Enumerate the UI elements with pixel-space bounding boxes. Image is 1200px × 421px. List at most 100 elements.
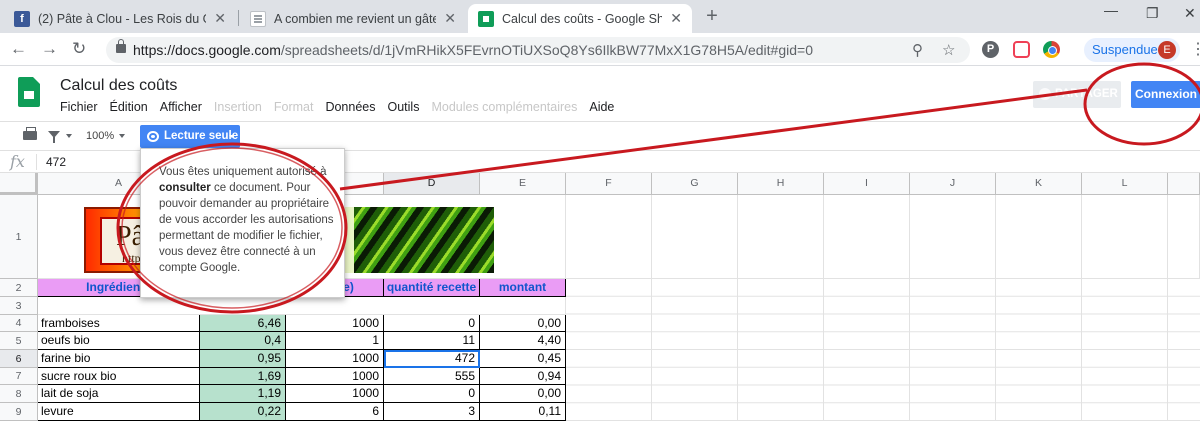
cell-d7[interactable]: 555 [384, 368, 480, 385]
cell-e6[interactable]: 0,45 [480, 350, 566, 368]
bookmark-star-icon[interactable]: ☆ [942, 41, 955, 59]
chrome-extension-icon[interactable] [1043, 41, 1060, 58]
print-icon[interactable] [23, 127, 37, 140]
column-header-h[interactable]: H [738, 173, 824, 195]
column-header-m[interactable] [1168, 173, 1200, 195]
read-only-button[interactable]: Lecture seule [140, 125, 240, 148]
empty-cell[interactable] [566, 195, 652, 279]
row-header-5[interactable]: 5 [0, 332, 38, 350]
profile-button[interactable]: Suspendue E [1084, 38, 1180, 62]
menu-donnees[interactable]: Données [325, 100, 387, 114]
empty-cell[interactable] [652, 195, 738, 279]
cell-a9[interactable]: levure [38, 403, 200, 421]
new-tab-button[interactable]: + [702, 4, 722, 30]
cell-b9[interactable]: 0,22 [200, 403, 286, 421]
zoom-magnifier-icon[interactable]: ⚲ [912, 41, 923, 59]
cell-c6[interactable]: 1000 [286, 350, 384, 368]
cell-b8[interactable]: 1,19 [200, 385, 286, 403]
row-header-1[interactable]: 1 [0, 195, 38, 279]
empty-grid-area[interactable] [566, 279, 1200, 421]
cell-d9[interactable]: 3 [384, 403, 480, 421]
back-arrow-icon[interactable]: ← [10, 39, 27, 59]
column-header-j[interactable]: J [910, 173, 996, 195]
more-vert-icon[interactable]: ⋮ [1190, 39, 1200, 59]
cell-e9[interactable]: 0,11 [480, 403, 566, 421]
pinterest-icon[interactable]: P [982, 41, 999, 58]
cell-c8[interactable]: 1000 [286, 385, 384, 403]
row-header-4[interactable]: 4 [0, 315, 38, 332]
cell-c4[interactable]: 1000 [286, 315, 384, 332]
cell-e2[interactable]: montant [480, 279, 566, 297]
cell-a8[interactable]: lait de soja [38, 385, 200, 403]
column-header-f[interactable]: F [566, 173, 652, 195]
cell-b7[interactable]: 1,69 [200, 368, 286, 385]
zoom-select[interactable]: 100% [86, 130, 114, 142]
menu-afficher[interactable]: Afficher [160, 100, 214, 114]
document-title: Calcul des coûts [60, 77, 178, 94]
minimize-icon[interactable]: — [1104, 2, 1118, 18]
browser-tab-sheets[interactable]: Calcul des coûts - Google Sheets ✕ [468, 4, 692, 33]
row-header-8[interactable]: 8 [0, 385, 38, 403]
cell-a4[interactable]: framboises [38, 315, 200, 332]
empty-cell[interactable] [910, 195, 996, 279]
column-header-l[interactable]: L [1082, 173, 1168, 195]
row-header-2[interactable]: 2 [0, 279, 38, 297]
cell-e5[interactable]: 4,40 [480, 332, 566, 350]
cell-e8[interactable]: 0,00 [480, 385, 566, 403]
cell-b5[interactable]: 0,4 [200, 332, 286, 350]
cell-b4[interactable]: 6,46 [200, 315, 286, 332]
reload-icon[interactable]: ↻ [72, 39, 86, 59]
cell-c7[interactable]: 1000 [286, 368, 384, 385]
cell-d4[interactable]: 0 [384, 315, 480, 332]
chevron-down-icon[interactable] [66, 134, 72, 138]
cell-d6-selected[interactable]: 472 [384, 350, 480, 368]
cell-a6[interactable]: farine bio [38, 350, 200, 368]
menu-fichier[interactable]: Fichier [60, 100, 110, 114]
column-header-d[interactable]: D [384, 173, 480, 195]
row-header-9[interactable]: 9 [0, 403, 38, 421]
column-header-e[interactable]: E [480, 173, 566, 195]
cell-b6[interactable]: 0,95 [200, 350, 286, 368]
column-header-i[interactable]: I [824, 173, 910, 195]
login-button[interactable]: Connexion [1131, 81, 1200, 108]
forward-arrow-icon[interactable]: → [41, 39, 58, 59]
address-bar[interactable]: https://docs.google.com/spreadsheets/d/1… [106, 37, 970, 63]
menu-edition[interactable]: Édition [110, 100, 160, 114]
column-header-k[interactable]: K [996, 173, 1082, 195]
row-header-7[interactable]: 7 [0, 368, 38, 385]
filter-icon[interactable] [48, 131, 60, 143]
close-tab-icon[interactable]: ✕ [214, 10, 226, 27]
empty-cell[interactable] [824, 195, 910, 279]
cell-a5[interactable]: oeufs bio [38, 332, 200, 350]
column-header-g[interactable]: G [652, 173, 738, 195]
row-3-cells[interactable] [38, 297, 566, 315]
cell-d2[interactable]: quantité recette [384, 279, 480, 297]
select-all-corner[interactable] [0, 173, 38, 195]
close-tab-icon[interactable]: ✕ [670, 10, 682, 27]
empty-cell[interactable] [996, 195, 1082, 279]
tab-separator [238, 10, 239, 26]
cell-c5[interactable]: 1 [286, 332, 384, 350]
cell-e7[interactable]: 0,94 [480, 368, 566, 385]
cell-d5[interactable]: 11 [384, 332, 480, 350]
empty-cell[interactable] [738, 195, 824, 279]
browser-tab-article[interactable]: A combien me revient un gâteau ✕ [240, 4, 466, 33]
cell-a7[interactable]: sucre roux bio [38, 368, 200, 385]
browser-tab-facebook[interactable]: f (2) Pâte à Clou - Les Rois du Gâte ✕ [4, 4, 236, 33]
formula-input[interactable]: 472 [46, 155, 66, 169]
restore-icon[interactable]: ❐ [1146, 5, 1159, 22]
row-header-6[interactable]: 6 [0, 350, 38, 368]
cell-d8[interactable]: 0 [384, 385, 480, 403]
empty-cell[interactable] [1168, 195, 1200, 279]
pocket-icon[interactable] [1013, 41, 1030, 58]
close-window-icon[interactable]: ✕ [1184, 5, 1196, 22]
close-tab-icon[interactable]: ✕ [444, 10, 456, 27]
row-header-3[interactable]: 3 [0, 297, 38, 315]
menu-outils[interactable]: Outils [388, 100, 432, 114]
menu-aide[interactable]: Aide [589, 100, 626, 114]
cell-c9[interactable]: 6 [286, 403, 384, 421]
cell-e4[interactable]: 0,00 [480, 315, 566, 332]
sheets-logo-icon[interactable] [18, 77, 40, 107]
empty-cell[interactable] [1082, 195, 1168, 279]
chevron-down-icon[interactable] [119, 134, 125, 138]
